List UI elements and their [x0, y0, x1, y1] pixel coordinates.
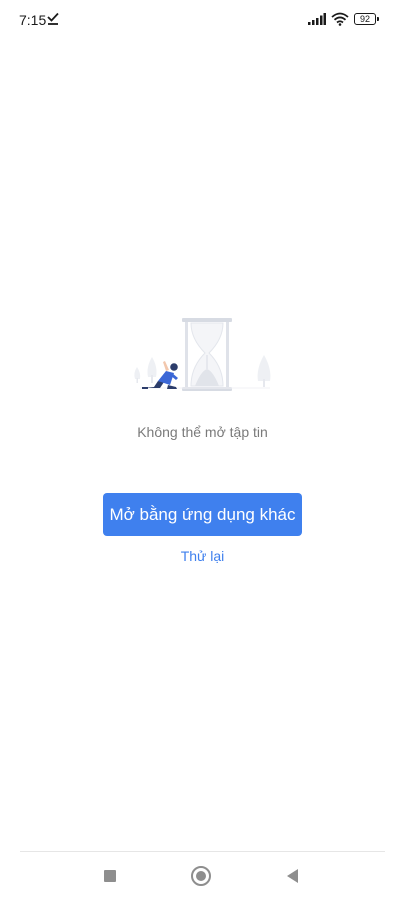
recents-button[interactable]: [98, 864, 122, 888]
recents-icon: [104, 870, 116, 882]
open-with-other-app-button[interactable]: Mở bằng ứng dụng khác: [103, 493, 302, 536]
hourglass-waiting-illustration: [134, 318, 271, 391]
back-icon: [287, 869, 298, 883]
error-message: Không thể mở tập tin: [137, 424, 268, 440]
back-button[interactable]: [280, 864, 304, 888]
retry-button[interactable]: Thử lại: [0, 548, 405, 564]
status-time: 7:15: [19, 12, 47, 28]
wifi-icon: [331, 12, 349, 26]
download-done-icon: [47, 12, 59, 25]
battery-icon: 92: [354, 13, 379, 25]
home-icon: [191, 866, 211, 886]
navigation-bar: [0, 852, 405, 900]
status-bar: 7:15 92: [0, 0, 405, 40]
home-button[interactable]: [189, 864, 213, 888]
battery-level: 92: [359, 14, 370, 24]
screen: 7:15 92 Không thể mở tập tin Mở bằng ứng…: [0, 0, 405, 900]
signal-icon: [308, 13, 326, 25]
